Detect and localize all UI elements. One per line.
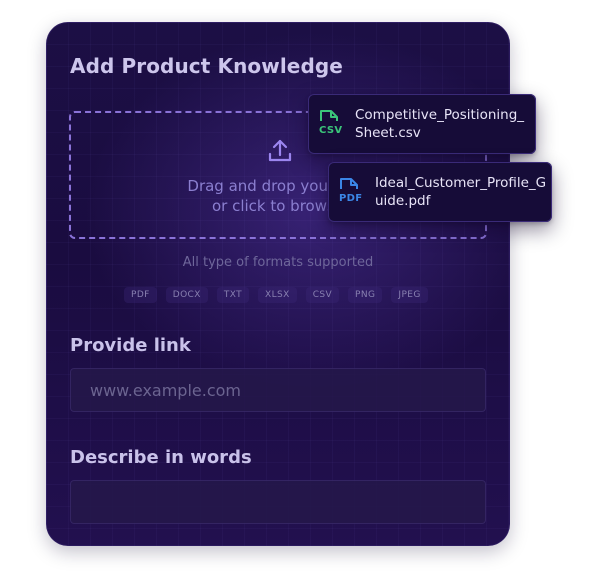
format-badge: PDF bbox=[124, 287, 157, 303]
pdf-file-icon: PDF bbox=[338, 177, 366, 207]
describe-words-label: Describe in words bbox=[70, 447, 252, 468]
upload-icon bbox=[268, 139, 292, 162]
format-badge: TXT bbox=[216, 287, 250, 303]
format-badge: XLSX bbox=[258, 287, 297, 303]
link-input[interactable] bbox=[70, 368, 486, 412]
csv-tag: CSV bbox=[319, 125, 343, 136]
file-chip-pdf[interactable]: PDF Ideal_Customer_Profile_Guide.pdf bbox=[328, 162, 552, 222]
card-title: Add Product Knowledge bbox=[70, 54, 343, 78]
csv-file-icon: CSV bbox=[318, 109, 346, 139]
format-list: PDF DOCX TXT XLSX CSV PNG JPEG bbox=[124, 287, 428, 303]
format-badge: PNG bbox=[348, 287, 383, 303]
file-name: Competitive_Positioning_Sheet.csv bbox=[355, 107, 525, 141]
pdf-tag: PDF bbox=[339, 193, 363, 204]
formats-supported-note: All type of formats supported bbox=[182, 255, 374, 270]
format-badge: CSV bbox=[305, 287, 340, 303]
stage: Add Product Knowledge Drag and drop your… bbox=[0, 0, 600, 572]
file-chip-csv[interactable]: CSV Competitive_Positioning_Sheet.csv bbox=[308, 94, 536, 154]
format-badge: JPEG bbox=[391, 287, 428, 303]
provide-link-label: Provide link bbox=[70, 335, 191, 356]
file-name: Ideal_Customer_Profile_Guide.pdf bbox=[375, 175, 547, 209]
format-badge: DOCX bbox=[165, 287, 208, 303]
describe-input[interactable] bbox=[70, 480, 486, 524]
